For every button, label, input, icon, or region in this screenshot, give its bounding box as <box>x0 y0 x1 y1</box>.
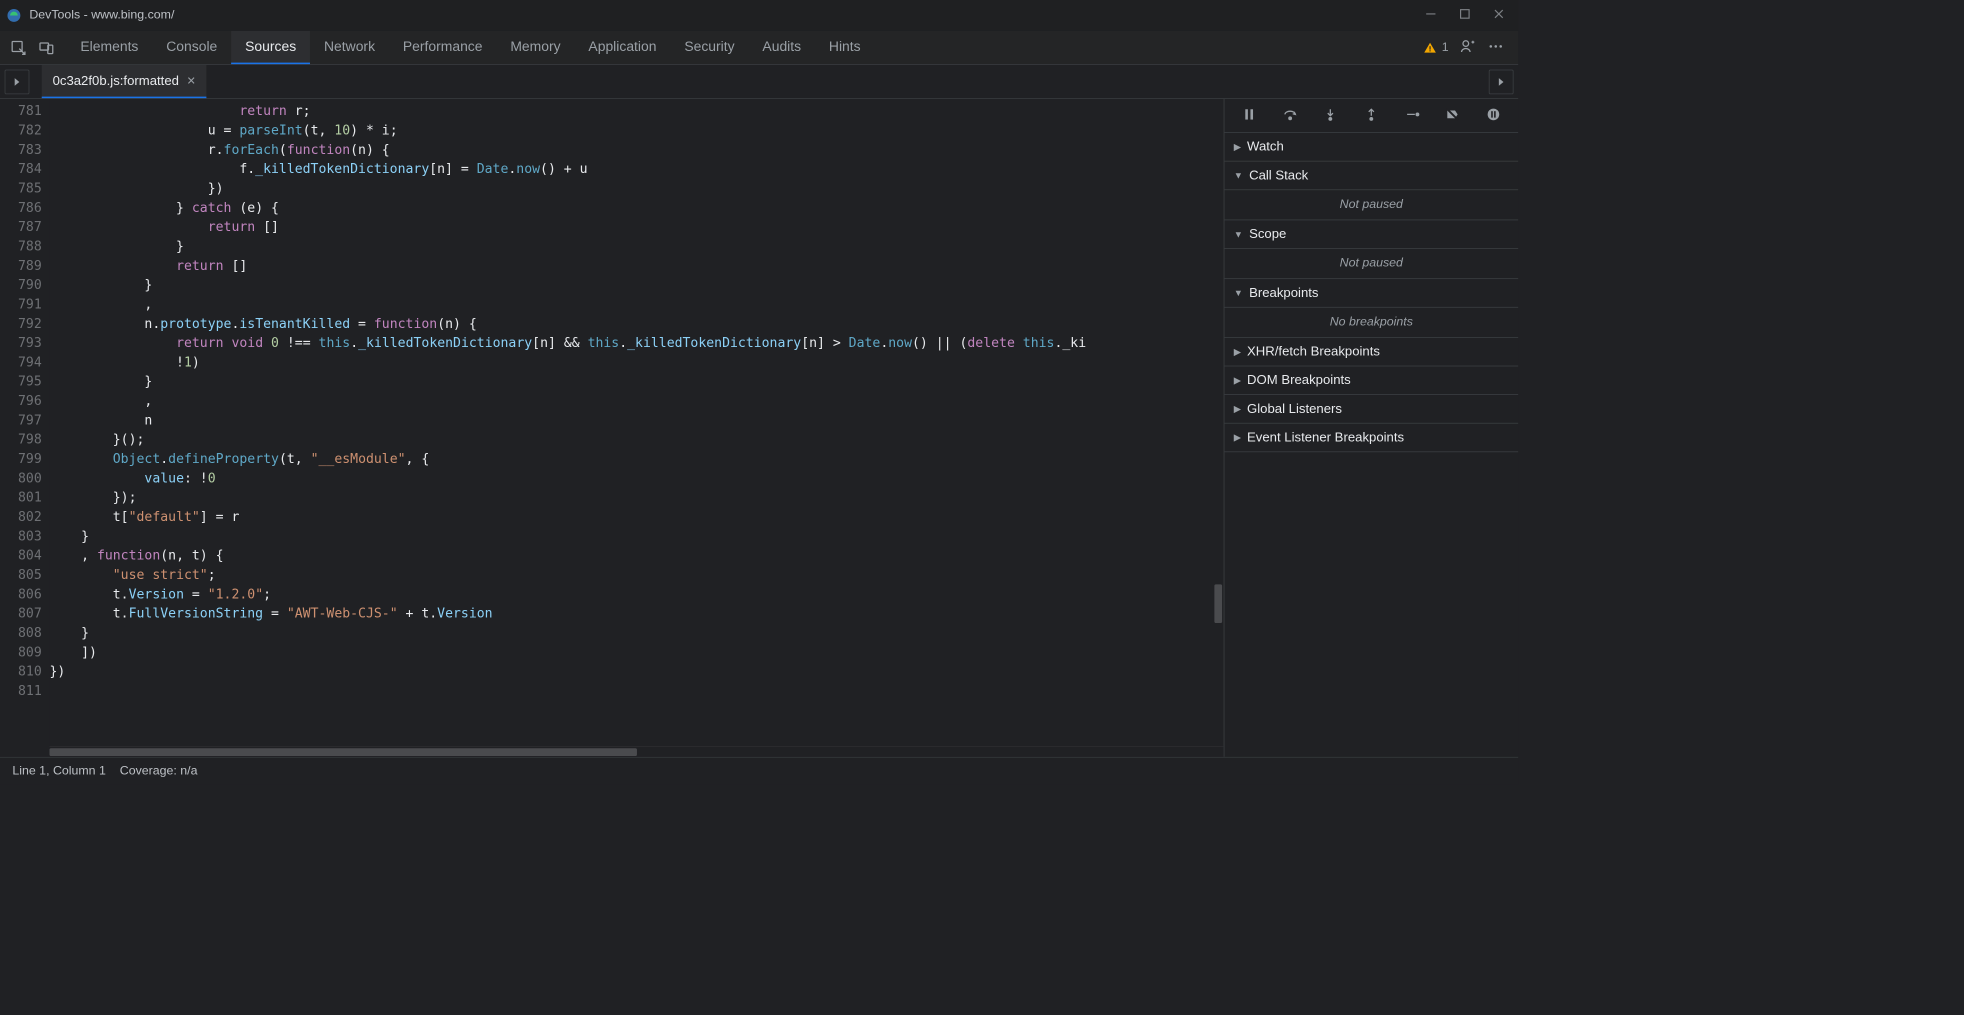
window-titlebar: DevTools - www.bing.com/ <box>0 0 1518 31</box>
debugger-sidebar: ▶ Watch ▼ Call Stack Not paused ▼ Scope Not pau… <box>1224 99 1518 757</box>
warnings-badge[interactable]: 1 <box>1423 41 1448 55</box>
devtools-logo-icon <box>6 8 21 23</box>
deactivate-breakpoints-icon[interactable] <box>1445 107 1460 125</box>
minimize-icon[interactable] <box>1425 8 1436 23</box>
disclosure-triangle-icon: ▶ <box>1234 404 1241 415</box>
horizontal-scrollbar[interactable] <box>49 746 1223 757</box>
section-label: Scope <box>1249 226 1286 241</box>
vertical-scrollbar[interactable] <box>1213 99 1224 746</box>
disclosure-triangle-icon: ▼ <box>1234 170 1243 181</box>
tab-application[interactable]: Application <box>575 31 671 64</box>
close-icon[interactable] <box>1493 8 1504 23</box>
section-event-listener-breakpoints[interactable]: ▶ Event Listener Breakpoints <box>1224 424 1518 453</box>
section-breakpoints[interactable]: ▼ Breakpoints <box>1224 279 1518 308</box>
section-dom-breakpoints[interactable]: ▶ DOM Breakpoints <box>1224 366 1518 395</box>
section-label: XHR/fetch Breakpoints <box>1247 344 1380 359</box>
section-body: Not paused <box>1224 249 1518 279</box>
section-label: Breakpoints <box>1249 285 1318 300</box>
disclosure-triangle-icon: ▼ <box>1234 229 1243 240</box>
window-title: DevTools - www.bing.com/ <box>29 9 174 23</box>
section-label: Global Listeners <box>1247 401 1342 416</box>
section-body: No breakpoints <box>1224 308 1518 338</box>
cursor-position: Line 1, Column 1 <box>12 764 106 778</box>
sources-tabbar: 0c3a2f0b.js:formatted ✕ <box>0 65 1518 99</box>
inspect-element-icon[interactable] <box>5 34 33 62</box>
step-out-icon[interactable] <box>1364 107 1379 125</box>
tab-audits[interactable]: Audits <box>749 31 816 64</box>
debugger-toolbar <box>1224 99 1518 133</box>
maximize-icon[interactable] <box>1459 8 1470 23</box>
tab-performance[interactable]: Performance <box>389 31 496 64</box>
pause-icon[interactable] <box>1242 107 1257 125</box>
tab-security[interactable]: Security <box>670 31 748 64</box>
coverage-status: Coverage: n/a <box>120 764 198 778</box>
devtools-toolbar: ElementsConsoleSourcesNetworkPerformance… <box>0 31 1518 65</box>
section-label: Watch <box>1247 139 1284 154</box>
device-toolbar-icon[interactable] <box>32 34 60 62</box>
section-watch[interactable]: ▶ Watch <box>1224 133 1518 162</box>
tab-memory[interactable]: Memory <box>496 31 574 64</box>
section-xhr-fetch-breakpoints[interactable]: ▶ XHR/fetch Breakpoints <box>1224 338 1518 367</box>
tab-network[interactable]: Network <box>310 31 389 64</box>
section-body: Not paused <box>1224 190 1518 220</box>
show-debugger-icon[interactable] <box>1489 69 1514 94</box>
section-call-stack[interactable]: ▼ Call Stack <box>1224 162 1518 191</box>
tab-console[interactable]: Console <box>152 31 231 64</box>
tab-elements[interactable]: Elements <box>66 31 152 64</box>
panel-tabs: ElementsConsoleSourcesNetworkPerformance… <box>66 31 874 64</box>
code-content[interactable]: return r; u = parseInt(t, 10) * i; r.for… <box>49 99 1223 757</box>
disclosure-triangle-icon: ▶ <box>1234 141 1241 152</box>
step-into-icon[interactable] <box>1323 107 1338 125</box>
step-over-icon[interactable] <box>1282 107 1297 125</box>
status-bar: Line 1, Column 1 Coverage: n/a <box>0 757 1518 785</box>
pause-on-exceptions-icon[interactable] <box>1485 107 1500 125</box>
file-tab[interactable]: 0c3a2f0b.js:formatted ✕ <box>42 65 207 98</box>
disclosure-triangle-icon: ▶ <box>1234 346 1241 357</box>
file-tab-label: 0c3a2f0b.js:formatted <box>53 73 179 88</box>
tab-hints[interactable]: Hints <box>815 31 875 64</box>
section-scope[interactable]: ▼ Scope <box>1224 220 1518 249</box>
warnings-count: 1 <box>1442 41 1449 55</box>
close-tab-icon[interactable]: ✕ <box>187 74 196 87</box>
disclosure-triangle-icon: ▶ <box>1234 375 1241 386</box>
tab-sources[interactable]: Sources <box>231 31 310 64</box>
show-navigator-icon[interactable] <box>5 69 30 94</box>
disclosure-triangle-icon: ▼ <box>1234 288 1243 299</box>
disclosure-triangle-icon: ▶ <box>1234 432 1241 443</box>
section-label: DOM Breakpoints <box>1247 373 1351 388</box>
section-global-listeners[interactable]: ▶ Global Listeners <box>1224 395 1518 424</box>
code-editor[interactable]: 7817827837847857867877887897907917927937… <box>0 99 1224 757</box>
more-options-icon[interactable] <box>1487 38 1504 57</box>
feedback-icon[interactable] <box>1459 38 1476 57</box>
step-icon[interactable] <box>1404 107 1419 125</box>
section-label: Event Listener Breakpoints <box>1247 430 1404 445</box>
section-label: Call Stack <box>1249 168 1308 183</box>
line-gutter: 7817827837847857867877887897907917927937… <box>0 99 49 757</box>
